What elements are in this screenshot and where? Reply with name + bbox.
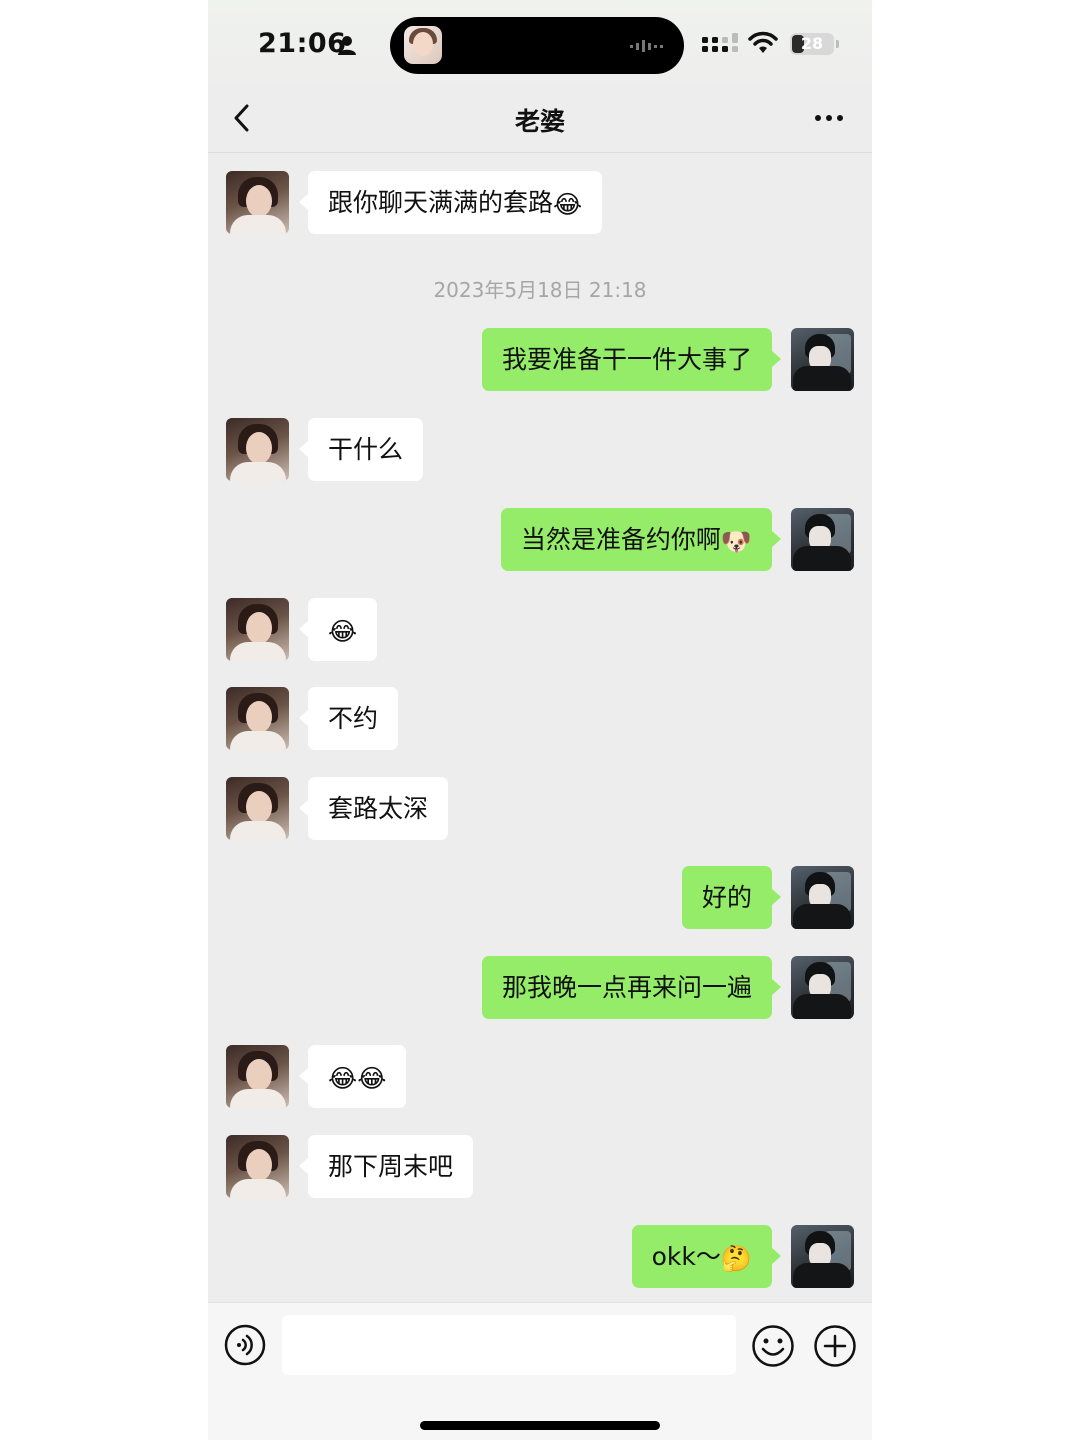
more-dots-icon[interactable] <box>814 114 844 122</box>
message-text: 当然是准备约你啊 <box>520 525 721 554</box>
chat-title: 老婆 <box>514 107 565 136</box>
status-bar: 21:06 28 <box>208 0 872 90</box>
message-text: 套路太深 <box>328 794 429 823</box>
avatar-me[interactable] <box>791 328 854 391</box>
emoji-laugh-cry: 😂😂 <box>328 1063 387 1093</box>
audio-wave-icon <box>630 40 663 52</box>
emoji-laugh-cry: 😂 <box>553 189 583 219</box>
message-text: okk～ <box>651 1242 721 1271</box>
emoji-dog-face: 🐶 <box>720 526 752 556</box>
avatar-her[interactable] <box>226 777 289 840</box>
avatar-me[interactable] <box>791 1225 854 1288</box>
message-bubble-received[interactable]: 😂 <box>298 598 378 661</box>
emoji-thinking: 🤔 <box>720 1243 752 1273</box>
message-bubble-received[interactable]: 那下周末吧 <box>298 1135 474 1198</box>
avatar-her[interactable] <box>226 1135 289 1198</box>
status-time: 21:06 <box>258 28 347 59</box>
message-text: 不约 <box>328 704 379 733</box>
message-bubble-received[interactable]: 不约 <box>298 687 399 750</box>
message-bubble-received[interactable]: 跟你聊天满满的套路😂 <box>298 171 603 234</box>
wifi-icon <box>748 31 778 53</box>
now-playing-thumbnail <box>404 26 442 64</box>
nav-bar: 老婆 <box>208 90 872 153</box>
dynamic-island[interactable] <box>390 17 684 74</box>
message-text: 跟你聊天满满的套路 <box>328 188 554 217</box>
message-text: 好的 <box>701 883 752 912</box>
message-bubble-received[interactable]: 😂😂 <box>298 1045 407 1108</box>
message-bubble-sent[interactable]: 好的 <box>681 866 782 929</box>
battery-tip <box>836 40 839 48</box>
message-bubble-sent[interactable]: okk～🤔 <box>631 1225 782 1288</box>
avatar-her[interactable] <box>226 598 289 661</box>
home-indicator[interactable] <box>420 1421 660 1430</box>
emoji-icon[interactable] <box>751 1324 795 1368</box>
message-bubble-received[interactable]: 干什么 <box>298 418 424 481</box>
message-bubble-sent[interactable]: 当然是准备约你啊🐶 <box>500 508 782 571</box>
avatar-me[interactable] <box>791 508 854 571</box>
chat-timestamp: 2023年5月18日 21:18 <box>433 278 647 302</box>
input-bar <box>208 1302 872 1440</box>
emoji-laugh-cry: 😂 <box>328 616 358 646</box>
avatar-her[interactable] <box>226 687 289 750</box>
chat-screen: 21:06 28 老婆 跟你聊天满满的套路😂 2023年5月18日 21:18 … <box>208 0 872 1440</box>
avatar-me[interactable] <box>791 956 854 1019</box>
message-bubble-received[interactable]: 套路太深 <box>298 777 449 840</box>
avatar-her[interactable] <box>226 1045 289 1108</box>
message-text: 我要准备干一件大事了 <box>501 345 752 374</box>
battery-indicator: 28 <box>790 33 834 55</box>
message-bubble-sent[interactable]: 那我晚一点再来问一遍 <box>481 956 782 1019</box>
voice-icon[interactable] <box>224 1324 266 1366</box>
battery-level: 28 <box>800 34 824 53</box>
avatar-me[interactable] <box>791 866 854 929</box>
avatar-her[interactable] <box>226 418 289 481</box>
message-text: 那下周末吧 <box>328 1152 454 1181</box>
message-text: 干什么 <box>328 435 404 464</box>
person-icon <box>338 36 356 55</box>
message-text: 那我晚一点再来问一遍 <box>501 973 752 1002</box>
message-input[interactable] <box>282 1315 736 1375</box>
plus-icon[interactable] <box>813 1324 857 1368</box>
avatar-her[interactable] <box>226 171 289 234</box>
message-bubble-sent[interactable]: 我要准备干一件大事了 <box>481 328 782 391</box>
signal-icon <box>702 33 738 52</box>
